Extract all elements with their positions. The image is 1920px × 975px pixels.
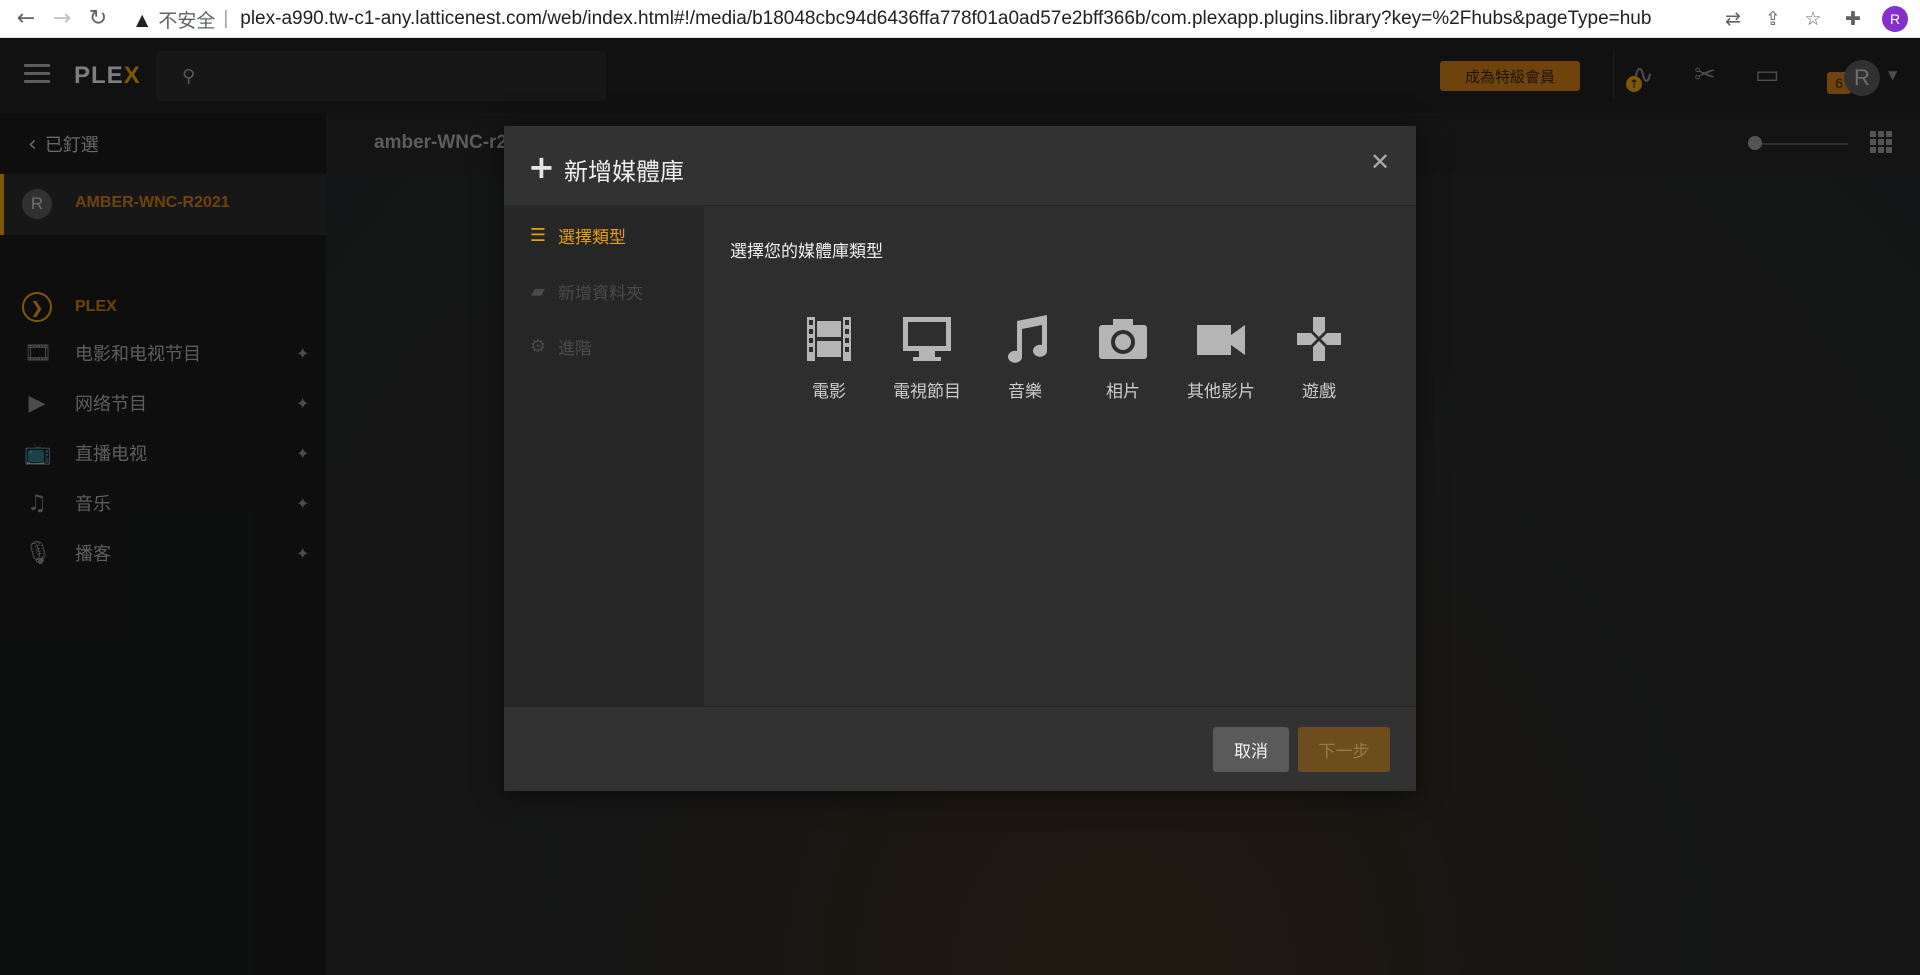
step-label: 新增資料夾 (558, 284, 643, 303)
translate-icon[interactable]: ⇄ (1716, 1, 1750, 37)
library-type-list: 電影 電視節目 音樂 相片 其他影片 遊戲 (780, 311, 1368, 402)
gamepad-icon (1297, 317, 1341, 361)
forward-arrow-icon[interactable]: → (44, 1, 80, 37)
type-label: 電視節目 (893, 382, 961, 401)
dialog-title: 新增媒體庫 (564, 159, 684, 186)
close-icon[interactable]: ✕ (1370, 148, 1390, 176)
warning-icon: ▲ (136, 9, 149, 29)
browser-profile-avatar[interactable]: R (1882, 6, 1908, 32)
dialog-footer: 取消 下一步 (504, 706, 1416, 791)
url-separator: | (223, 8, 229, 29)
step-advanced: ⚙ 進階 (528, 334, 592, 359)
video-camera-icon (1197, 325, 1245, 355)
folder-icon: ▰ (531, 281, 545, 302)
type-other-videos[interactable]: 其他影片 (1172, 311, 1270, 402)
type-tv-shows[interactable]: 電視節目 (878, 311, 976, 402)
browser-actions: ⇄ ⇪ ☆ ✚ R (1716, 0, 1920, 38)
plus-icon: + (528, 148, 555, 186)
next-button[interactable]: 下一步 (1298, 727, 1390, 772)
film-icon (807, 317, 851, 361)
step-add-folders: ▰ 新增資料夾 (528, 279, 643, 304)
type-label: 其他影片 (1187, 382, 1255, 401)
camera-icon (1099, 319, 1147, 359)
type-games[interactable]: 遊戲 (1270, 311, 1368, 402)
list-icon: ☰ (529, 225, 547, 246)
type-movies[interactable]: 電影 (780, 311, 878, 402)
insecure-label: 不安全 (158, 10, 216, 32)
share-icon[interactable]: ⇪ (1756, 1, 1790, 37)
add-library-dialog: + 新增媒體庫 ✕ ☰ 選擇類型 ▰ 新增資料夾 ⚙ 進階 選擇您的媒體庫類型 … (504, 126, 1416, 791)
wizard-steps: ☰ 選擇類型 ▰ 新增資料夾 ⚙ 進階 (504, 207, 704, 706)
type-label: 遊戲 (1302, 382, 1336, 401)
dialog-header: + 新增媒體庫 ✕ (504, 126, 1416, 206)
browser-toolbar: ← → ↻ ▲ 不安全 | plex-a990.tw-c1-any.lattic… (0, 0, 1920, 38)
dialog-subtitle: 選擇您的媒體庫類型 (730, 242, 883, 261)
type-label: 音樂 (1008, 382, 1042, 401)
step-select-type[interactable]: ☰ 選擇類型 (528, 223, 626, 248)
cancel-button[interactable]: 取消 (1213, 727, 1289, 772)
back-arrow-icon[interactable]: ← (8, 1, 44, 37)
reload-icon[interactable]: ↻ (80, 1, 116, 37)
url-text[interactable]: plex-a990.tw-c1-any.latticenest.com/web/… (240, 8, 1651, 30)
type-photos[interactable]: 相片 (1074, 311, 1172, 402)
dialog-body: 選擇您的媒體庫類型 電影 電視節目 音樂 相片 其他影片 遊戲 (704, 207, 1416, 706)
bookmark-star-icon[interactable]: ☆ (1796, 1, 1830, 37)
extensions-icon[interactable]: ✚ (1836, 1, 1870, 37)
type-label: 電影 (812, 382, 846, 401)
type-music[interactable]: 音樂 (976, 311, 1074, 402)
music-icon (1008, 315, 1047, 363)
step-label: 選擇類型 (558, 228, 626, 247)
type-label: 相片 (1106, 382, 1140, 401)
address-bar[interactable]: ▲ 不安全 | plex-a990.tw-c1-any.latticenest.… (136, 0, 1666, 38)
gear-icon: ⚙ (529, 336, 547, 357)
tv-icon (903, 317, 951, 361)
step-label: 進階 (558, 339, 592, 358)
